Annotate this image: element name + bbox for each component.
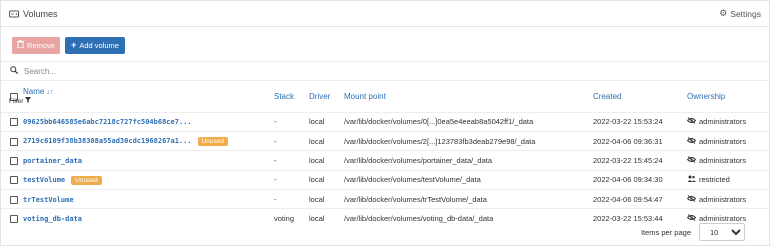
unused-badge: Unused bbox=[71, 175, 102, 185]
search-bar bbox=[1, 61, 769, 81]
filter-icon bbox=[25, 97, 32, 105]
mount-point-cell: /var/lib/docker/volumes/portainer_data/_… bbox=[344, 155, 493, 165]
filter-label: Filter bbox=[9, 97, 24, 105]
mount-point-cell: /var/lib/docker/volumes/trTestVolume/_da… bbox=[344, 194, 487, 204]
created-cell: 2022-04-06 09:54:47 bbox=[593, 194, 663, 204]
driver-cell: local bbox=[309, 155, 325, 165]
volume-name-link[interactable]: portainer_data bbox=[23, 157, 82, 165]
add-volume-button[interactable]: + Add volume bbox=[65, 36, 125, 54]
created-cell: 2022-04-06 09:36:31 bbox=[593, 136, 663, 146]
mount-point-cell: /var/lib/docker/volumes/voting_db-data/_… bbox=[344, 214, 494, 224]
plus-icon: + bbox=[71, 40, 77, 50]
search-input[interactable] bbox=[24, 66, 324, 76]
unused-badge: Unused bbox=[197, 136, 228, 146]
volumes-table: Name ↓↑ Filter Stack Driver Mount point C… bbox=[1, 81, 769, 228]
table-row: portainer_data - local/var/lib/docker/volu… bbox=[1, 150, 769, 170]
mount-column-header[interactable]: Mount point bbox=[344, 81, 593, 112]
driver-cell: local bbox=[309, 175, 325, 185]
created-cell: 2022-03-22 15:45:24 bbox=[593, 155, 663, 165]
created-cell: 2022-03-22 15:53:24 bbox=[593, 117, 663, 127]
stack-cell: - bbox=[274, 175, 277, 185]
search-icon bbox=[10, 66, 19, 76]
row-checkbox[interactable] bbox=[10, 215, 18, 224]
ownership-label: administrators bbox=[699, 194, 747, 204]
table-row: 2719c6109f38b38308a55ad30cdc1968267a1...… bbox=[1, 131, 769, 150]
created-cell: 2022-04-06 09:34:30 bbox=[593, 175, 663, 185]
ownership-cell: administrators bbox=[686, 194, 747, 204]
volume-name-link[interactable]: trTestVolume bbox=[23, 196, 74, 204]
table-row: testVolume Unused - local/var/lib/docker/vo… bbox=[1, 170, 769, 189]
volume-name-link[interactable]: 09625bb646585e6abc7218c727fc504b68ce7... bbox=[23, 118, 192, 126]
table-row: 09625bb646585e6abc7218c727fc504b68ce7...… bbox=[1, 112, 769, 131]
volume-name-link[interactable]: testVolume bbox=[23, 176, 65, 184]
remove-label: Remove bbox=[27, 40, 55, 50]
eye-slash-icon bbox=[686, 194, 697, 204]
driver-column-header[interactable]: Driver bbox=[309, 81, 344, 112]
table-header-row: Name ↓↑ Filter Stack Driver Mount point C… bbox=[1, 81, 769, 112]
eye-slash-icon bbox=[686, 156, 697, 165]
volumes-panel: Volumes ⚙ Settings Remove + Add volume S… bbox=[0, 0, 770, 246]
ownership-label: restricted bbox=[699, 175, 730, 185]
stack-cell: - bbox=[274, 117, 277, 127]
mount-point-cell: /var/lib/docker/volumes/2[...]123783fb3d… bbox=[344, 136, 536, 146]
settings-button[interactable]: ⚙ Settings bbox=[719, 8, 761, 19]
name-header-label: Name bbox=[23, 87, 45, 97]
remove-button[interactable]: Remove bbox=[12, 36, 60, 54]
mount-point-cell: /var/lib/docker/volumes/testVolume/_data bbox=[344, 175, 481, 185]
ownership-column-header[interactable]: Ownership bbox=[687, 81, 769, 112]
eye-slash-icon bbox=[686, 117, 697, 126]
ownership-label: administrators bbox=[699, 136, 747, 146]
filter-button[interactable]: Filter bbox=[9, 97, 274, 105]
row-checkbox[interactable] bbox=[10, 195, 18, 204]
sort-icon: ↓↑ bbox=[46, 89, 54, 97]
stack-column-header[interactable]: Stack bbox=[274, 81, 309, 112]
stack-cell: voting bbox=[274, 214, 295, 224]
ownership-cell: administrators bbox=[686, 155, 747, 165]
stack-cell: - bbox=[274, 194, 277, 204]
ownership-cell: administrators bbox=[686, 117, 747, 127]
ownership-label: administrators bbox=[699, 155, 747, 165]
ownership-label: administrators bbox=[699, 117, 747, 127]
eye-slash-icon bbox=[686, 136, 697, 146]
volume-name-link[interactable]: 2719c6109f38b38308a55ad30cdc1968267a1... bbox=[23, 137, 192, 145]
trash-icon bbox=[17, 40, 25, 50]
panel-header: Volumes ⚙ Settings bbox=[1, 1, 769, 27]
row-checkbox[interactable] bbox=[10, 156, 18, 165]
stack-cell: - bbox=[274, 155, 277, 165]
driver-cell: local bbox=[309, 214, 325, 224]
page-title: Volumes bbox=[23, 8, 58, 19]
created-column-header[interactable]: Created bbox=[593, 81, 687, 112]
items-per-page-select[interactable]: 10 bbox=[699, 223, 745, 241]
hdd-icon bbox=[9, 10, 19, 18]
toolbar: Remove + Add volume bbox=[1, 32, 769, 58]
row-checkbox[interactable] bbox=[10, 176, 18, 185]
row-checkbox[interactable] bbox=[10, 118, 18, 127]
ownership-cell: restricted bbox=[687, 175, 730, 184]
ownership-cell: administrators bbox=[686, 136, 747, 146]
driver-cell: local bbox=[309, 136, 325, 146]
add-volume-label: Add volume bbox=[79, 40, 119, 50]
name-column-header[interactable]: Name ↓↑ bbox=[23, 87, 274, 96]
items-per-page-label: Items per page bbox=[640, 227, 691, 237]
mount-point-cell: /var/lib/docker/volumes/0[...]0ea5e4eeab… bbox=[344, 117, 534, 127]
driver-cell: local bbox=[309, 194, 325, 204]
row-checkbox[interactable] bbox=[10, 137, 18, 146]
gear-icon: ⚙ bbox=[719, 8, 728, 18]
table-row: trTestVolume - local/var/lib/docker/volume… bbox=[1, 189, 769, 209]
users-icon bbox=[687, 175, 696, 184]
stack-cell: - bbox=[274, 136, 277, 146]
settings-label: Settings bbox=[730, 8, 761, 19]
pagination-footer: Items per page 10 bbox=[641, 223, 745, 241]
volume-name-link[interactable]: voting_db-data bbox=[23, 215, 82, 223]
driver-cell: local bbox=[309, 117, 325, 127]
